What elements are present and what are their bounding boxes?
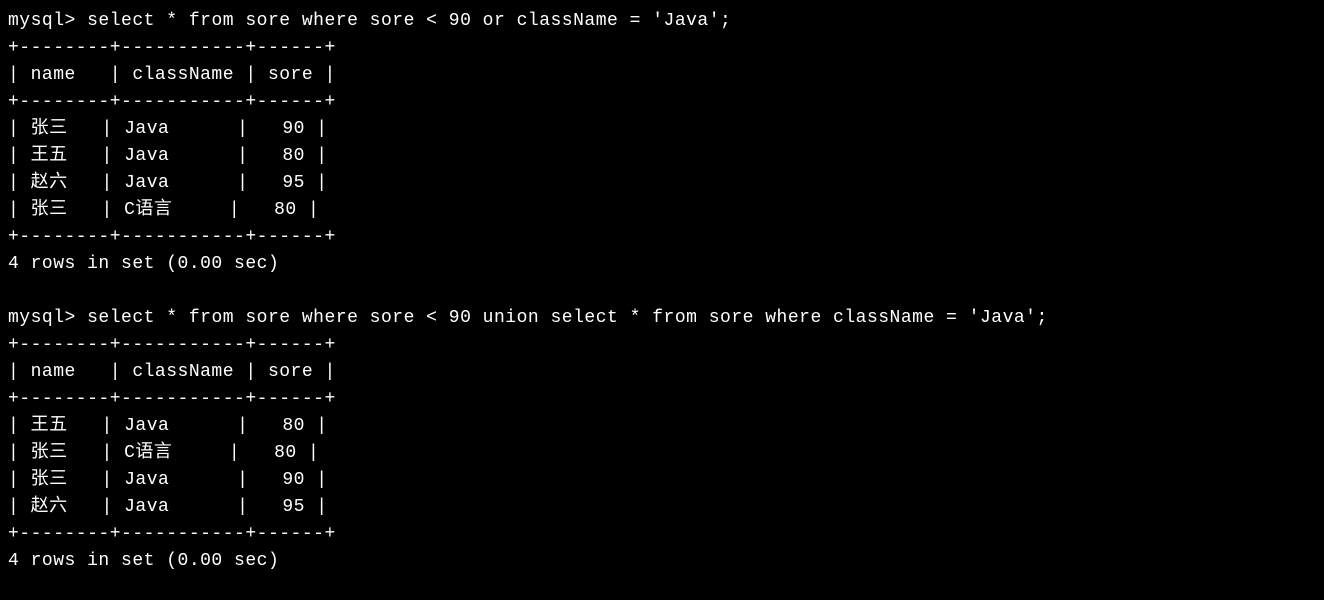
table1-row: | 王五 | Java | 80 |: [8, 143, 1316, 170]
sql-query-2: select * from sore where sore < 90 union…: [87, 308, 1048, 328]
table2-header: | name | className | sore |: [8, 359, 1316, 386]
table2-row: | 赵六 | Java | 95 |: [8, 494, 1316, 521]
status-line-1: 4 rows in set (0.00 sec): [8, 251, 1316, 278]
table1-border-mid: +--------+-----------+------+: [8, 89, 1316, 116]
mysql-prompt: mysql>: [8, 11, 87, 31]
sql-query-1: select * from sore where sore < 90 or cl…: [87, 11, 731, 31]
table1-header: | name | className | sore |: [8, 62, 1316, 89]
table2-border-top: +--------+-----------+------+: [8, 332, 1316, 359]
table1-row: | 张三 | Java | 90 |: [8, 116, 1316, 143]
table2-border-bot: +--------+-----------+------+: [8, 521, 1316, 548]
status-line-2: 4 rows in set (0.00 sec): [8, 548, 1316, 575]
table1-border-top: +--------+-----------+------+: [8, 35, 1316, 62]
table1-row: | 赵六 | Java | 95 |: [8, 170, 1316, 197]
table2-row: | 张三 | Java | 90 |: [8, 467, 1316, 494]
table2-row: | 王五 | Java | 80 |: [8, 413, 1316, 440]
table1-border-bot: +--------+-----------+------+: [8, 224, 1316, 251]
query-line-2: mysql> select * from sore where sore < 9…: [8, 305, 1316, 332]
query-line-1: mysql> select * from sore where sore < 9…: [8, 8, 1316, 35]
mysql-prompt: mysql>: [8, 308, 87, 328]
table1-row: | 张三 | C语言 | 80 |: [8, 197, 1316, 224]
table2-row: | 张三 | C语言 | 80 |: [8, 440, 1316, 467]
blank-line: [8, 278, 1316, 305]
table2-border-mid: +--------+-----------+------+: [8, 386, 1316, 413]
